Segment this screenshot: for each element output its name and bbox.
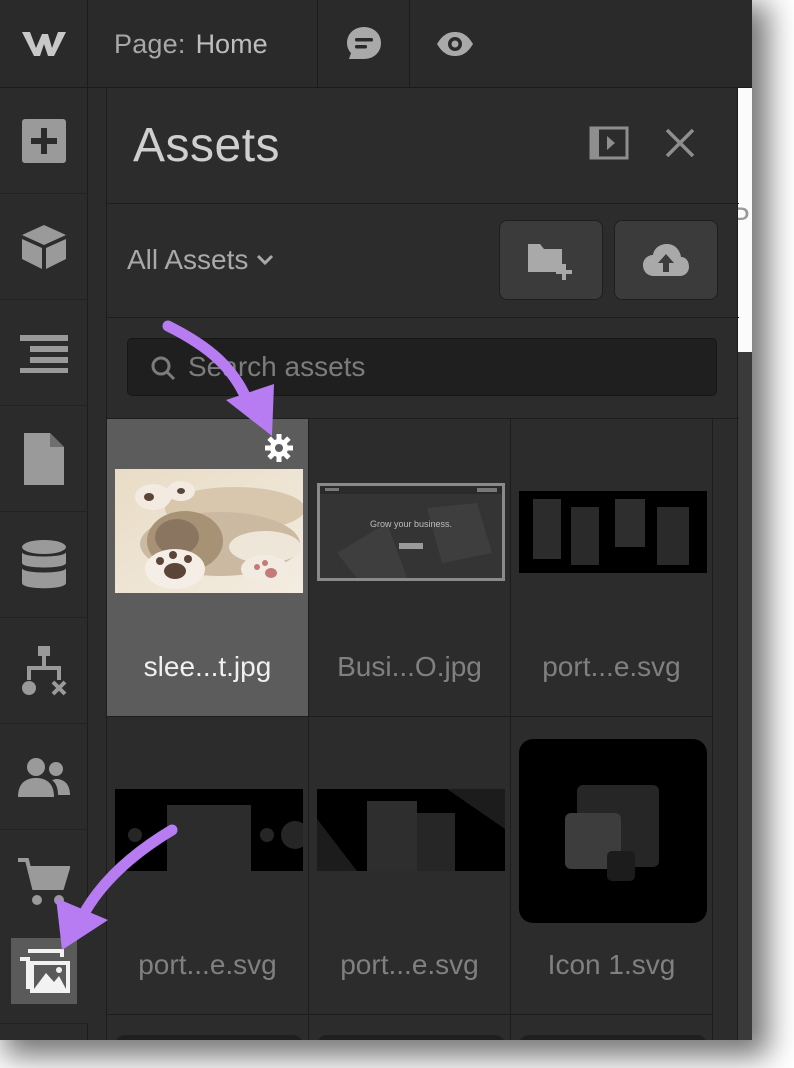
asset-name: slee...t.jpg bbox=[143, 651, 272, 682]
comment-button[interactable] bbox=[318, 0, 410, 88]
asset-name: Busi...O.jpg bbox=[337, 651, 482, 682]
icon-squares-image bbox=[565, 785, 659, 881]
asset-thumbnail bbox=[519, 491, 707, 573]
search-input[interactable] bbox=[188, 339, 708, 395]
asset-name: port...e.svg bbox=[542, 651, 681, 682]
asset-name: Icon 1.svg bbox=[547, 949, 676, 980]
asset-tile[interactable]: port...e.svg bbox=[511, 419, 713, 717]
asset-tile[interactable] bbox=[511, 1015, 713, 1040]
assets-icon bbox=[20, 948, 70, 993]
search-icon bbox=[151, 356, 176, 381]
new-folder-icon bbox=[528, 244, 572, 280]
asset-thumbnail bbox=[317, 789, 505, 871]
asset-thumbnail bbox=[519, 739, 707, 923]
left-rail bbox=[0, 88, 88, 1040]
asset-tile[interactable]: port...e.svg bbox=[309, 717, 511, 1015]
webflow-logo-icon bbox=[21, 32, 66, 56]
ecommerce-icon bbox=[18, 857, 70, 905]
rail-cms[interactable] bbox=[0, 512, 88, 618]
rail-components[interactable] bbox=[0, 194, 88, 300]
close-icon bbox=[665, 128, 695, 158]
pages-icon bbox=[24, 432, 64, 485]
navigator-icon bbox=[20, 334, 68, 373]
close-panel-button[interactable] bbox=[663, 126, 707, 166]
rail-users[interactable] bbox=[0, 724, 88, 830]
cms-icon bbox=[22, 539, 66, 588]
asset-tile[interactable] bbox=[107, 1015, 309, 1040]
page-selector[interactable]: Page: Home bbox=[88, 0, 318, 88]
asset-tile[interactable]: port...e.svg bbox=[107, 717, 309, 1015]
asset-thumbnail bbox=[115, 1035, 303, 1040]
screenshot-caption: Grow your business. bbox=[370, 519, 452, 529]
rail-navigator[interactable] bbox=[0, 300, 88, 406]
dark-shapes-image bbox=[317, 789, 505, 871]
page-name: Home bbox=[195, 28, 268, 59]
dark-shapes-image bbox=[115, 789, 303, 871]
asset-tile[interactable] bbox=[309, 1015, 511, 1040]
logic-icon bbox=[22, 645, 67, 695]
asset-tile[interactable]: slee...t.jpg bbox=[107, 419, 309, 717]
filter-row: All Assets bbox=[107, 204, 739, 318]
panel-header: Assets bbox=[107, 88, 739, 204]
rail-add[interactable] bbox=[0, 88, 88, 194]
assets-panel: Assets All Assets Search assets slee...t… bbox=[106, 88, 739, 1040]
upload-button[interactable] bbox=[614, 220, 718, 300]
comment-icon bbox=[346, 27, 381, 59]
asset-name: port...e.svg bbox=[138, 949, 277, 980]
asset-name: port...e.svg bbox=[340, 949, 479, 980]
dark-grid-image bbox=[519, 491, 707, 573]
eye-icon bbox=[437, 32, 473, 56]
chevron-down-icon bbox=[257, 254, 274, 266]
components-icon bbox=[22, 224, 66, 269]
dock-panel-icon bbox=[589, 126, 629, 160]
cat-photo-image bbox=[115, 469, 303, 593]
add-icon bbox=[22, 118, 66, 163]
page-label: Page: bbox=[114, 28, 186, 59]
asset-tile[interactable]: Icon 1.svg bbox=[511, 717, 713, 1015]
dock-panel-button[interactable] bbox=[589, 126, 633, 166]
asset-filter-dropdown[interactable]: All Assets bbox=[127, 244, 274, 276]
new-folder-button[interactable] bbox=[499, 220, 603, 300]
website-screenshot-image: Grow your business. bbox=[317, 483, 505, 581]
rail-assets-selected bbox=[11, 937, 77, 1004]
app-window: Page: Home P Assets All Assets Search as… bbox=[0, 0, 752, 1040]
gear-icon[interactable] bbox=[264, 433, 294, 463]
asset-filter-label: All Assets bbox=[127, 244, 249, 275]
asset-thumbnail bbox=[519, 1035, 707, 1040]
upload-cloud-icon bbox=[643, 244, 689, 276]
asset-thumbnail bbox=[317, 1035, 505, 1040]
panel-title: Assets bbox=[133, 119, 281, 172]
asset-thumbnail bbox=[115, 789, 303, 871]
logo-cell[interactable] bbox=[0, 0, 88, 88]
rail-logic[interactable] bbox=[0, 618, 88, 724]
search-box bbox=[127, 338, 717, 396]
preview-button[interactable] bbox=[410, 0, 500, 88]
users-icon bbox=[18, 757, 70, 797]
top-bar: Page: Home bbox=[0, 0, 752, 88]
asset-thumbnail: Grow your business. bbox=[317, 483, 505, 581]
asset-tile[interactable]: Grow your business. Busi...O.jpg bbox=[309, 419, 511, 717]
asset-thumbnail bbox=[115, 469, 303, 593]
rail-pages[interactable] bbox=[0, 406, 88, 512]
rail-assets[interactable] bbox=[0, 918, 88, 1024]
